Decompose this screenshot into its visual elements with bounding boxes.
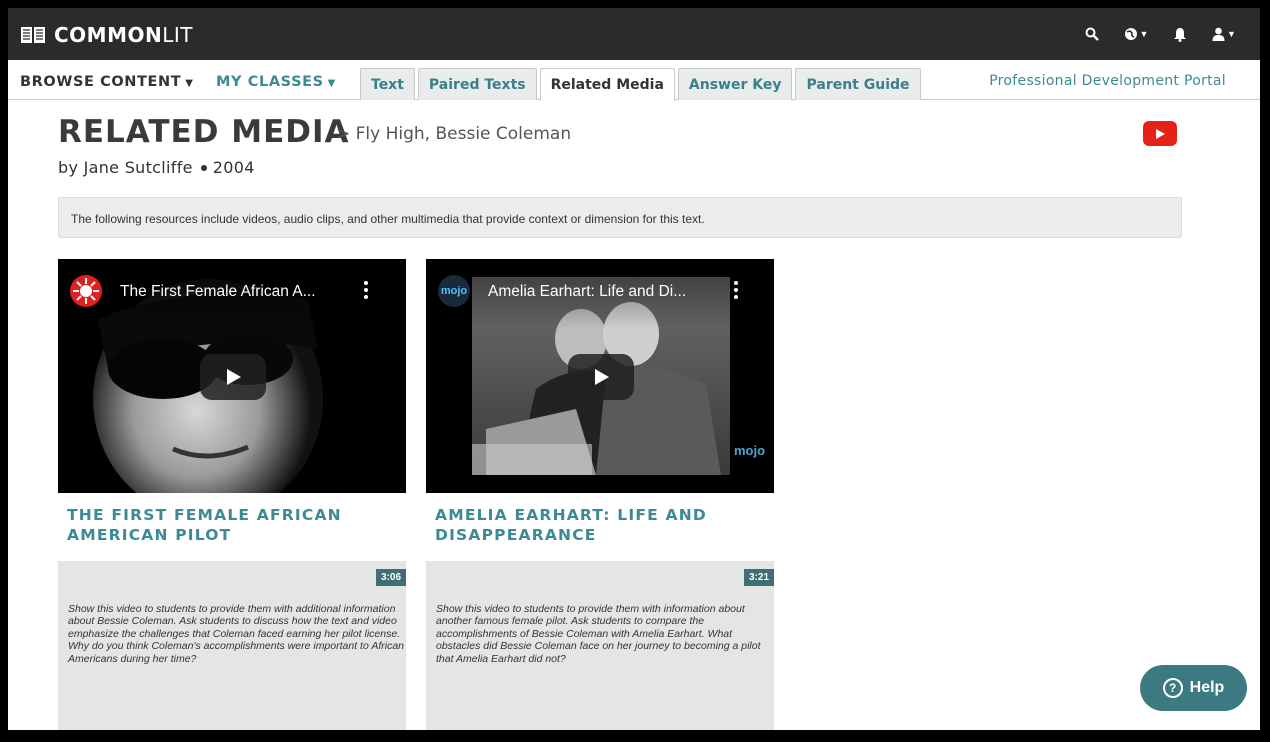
play-icon bbox=[595, 369, 609, 385]
browse-content-menu[interactable]: BROWSE CONTENT ▼ bbox=[20, 74, 194, 90]
mojo-watermark: mojo bbox=[734, 443, 766, 458]
question-icon: ? bbox=[1162, 678, 1183, 698]
chevron-down-icon: ▼ bbox=[1139, 29, 1149, 39]
channel-avatar-label: mojo bbox=[440, 285, 468, 297]
card-title-line: AMELIA EARHART: LIFE AND bbox=[435, 506, 707, 524]
bullet-separator bbox=[200, 164, 207, 171]
tab-paired-texts[interactable]: Paired Texts bbox=[417, 68, 537, 100]
my-classes-menu[interactable]: MY CLASSES ▼ bbox=[216, 74, 336, 90]
channel-avatar[interactable]: mojo bbox=[438, 275, 470, 307]
globe-icon[interactable]: ▼ bbox=[1122, 24, 1150, 44]
video-title[interactable]: The First Female African A... bbox=[120, 283, 316, 301]
publication-year: 2004 bbox=[212, 158, 255, 177]
media-card: The First Female African A... THE FIRST … bbox=[58, 259, 406, 730]
top-icons: ▼ ▼ bbox=[1082, 24, 1238, 44]
play-icon bbox=[227, 369, 241, 385]
help-label: Help bbox=[1189, 679, 1225, 696]
brand-name: COMMONLIT bbox=[54, 23, 193, 47]
chevron-down-icon: ▼ bbox=[327, 78, 336, 89]
card-description-panel: 3:06 Show this video to students to prov… bbox=[58, 561, 406, 730]
card-description-panel: 3:21 Show this video to students to prov… bbox=[426, 561, 774, 730]
play-button[interactable] bbox=[200, 354, 266, 400]
media-card: mojo Amelia Earhart: Life and Di... mojo… bbox=[426, 259, 774, 730]
channel-avatar[interactable] bbox=[70, 275, 102, 307]
card-description: Show this video to students to provide t… bbox=[68, 603, 405, 665]
video-title[interactable]: Amelia Earhart: Life and Di... bbox=[488, 283, 686, 301]
tab-answer-key[interactable]: Answer Key bbox=[677, 68, 793, 100]
navigation-row: BROWSE CONTENT ▼ MY CLASSES ▼ Text Paired … bbox=[8, 60, 1260, 101]
video-player[interactable]: mojo Amelia Earhart: Life and Di... mojo bbox=[426, 259, 774, 493]
help-button[interactable]: ? Help bbox=[1140, 665, 1247, 711]
youtube-icon[interactable] bbox=[1143, 121, 1177, 146]
play-button[interactable] bbox=[568, 354, 634, 400]
tab-parent-guide[interactable]: Parent Guide bbox=[795, 68, 921, 100]
bell-icon[interactable] bbox=[1170, 24, 1190, 44]
card-title-line: DISAPPEARANCE bbox=[435, 526, 597, 544]
commonlit-logo[interactable]: COMMONLIT bbox=[20, 23, 193, 47]
user-icon[interactable]: ▼ bbox=[1210, 24, 1238, 44]
more-options-icon[interactable] bbox=[734, 281, 738, 299]
card-title-line: THE FIRST FEMALE AFRICAN bbox=[67, 506, 342, 524]
card-title[interactable]: THE FIRST FEMALE AFRICAN AMERICAN PILOT bbox=[58, 505, 406, 545]
text-tabs: Text Paired Texts Related Media Answer K… bbox=[360, 68, 921, 101]
duration-badge: 3:06 bbox=[375, 569, 406, 586]
card-description: Show this video to students to provide t… bbox=[436, 603, 761, 665]
tab-related-media[interactable]: Related Media bbox=[539, 68, 675, 101]
page-title: RELATED MEDIA bbox=[58, 114, 350, 150]
chevron-down-icon: ▼ bbox=[1227, 29, 1236, 39]
professional-development-link[interactable]: Professional Development Portal bbox=[989, 73, 1226, 89]
card-title-line: AMERICAN PILOT bbox=[67, 526, 232, 544]
info-banner: The following resources include videos, … bbox=[58, 197, 1182, 238]
chevron-down-icon: ▼ bbox=[185, 78, 194, 89]
app-window: COMMONLIT ▼ ▼ BROWSE CONTENT▼ MY CLASSE bbox=[8, 8, 1260, 730]
book-icon bbox=[20, 25, 46, 45]
author: by Jane Sutcliffe bbox=[58, 158, 193, 177]
tab-text[interactable]: Text bbox=[360, 68, 415, 100]
duration-badge: 3:21 bbox=[743, 569, 774, 586]
text-title-breadcrumb: > Fly High, Bessie Coleman bbox=[336, 124, 572, 144]
search-icon[interactable] bbox=[1082, 24, 1102, 44]
more-options-icon[interactable] bbox=[364, 281, 368, 299]
top-bar: COMMONLIT ▼ ▼ bbox=[8, 8, 1260, 60]
video-player[interactable]: The First Female African A... bbox=[58, 259, 406, 493]
byline: by Jane Sutcliffe 2004 bbox=[58, 158, 255, 177]
card-title[interactable]: AMELIA EARHART: LIFE AND DISAPPEARANCE bbox=[426, 505, 774, 545]
